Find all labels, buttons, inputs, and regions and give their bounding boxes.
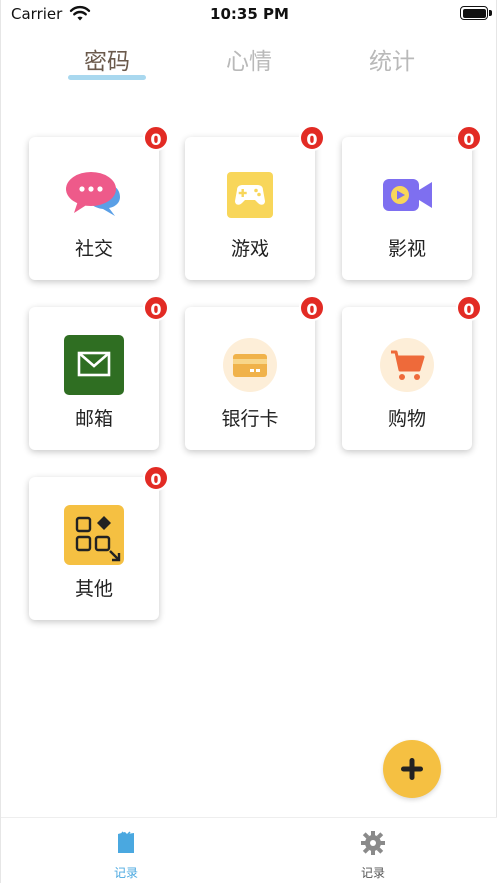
category-card-shopping[interactable]: 购物 0	[342, 295, 482, 450]
category-label: 邮箱	[74, 408, 113, 430]
category-card-video[interactable]: 影视 0	[342, 125, 482, 280]
add-button[interactable]	[383, 740, 441, 798]
apps-icon	[64, 505, 124, 565]
count-badge: 0	[456, 125, 482, 151]
bottom-tab-label: 记录	[360, 866, 385, 880]
category-label: 购物	[387, 408, 426, 430]
gamepad-icon	[227, 172, 273, 218]
settings-gear-icon	[361, 831, 385, 855]
bank-card-icon	[223, 338, 277, 392]
status-time: 10:35 PM	[210, 5, 289, 23]
bottom-tab-label: 记录	[113, 866, 138, 880]
mail-icon	[64, 335, 124, 395]
tab-mood[interactable]: 心情	[199, 42, 299, 76]
top-tabs: 密码 心情 统计	[1, 42, 497, 86]
status-bar: Carrier 10:35 PM	[1, 0, 497, 30]
count-badge: 0	[456, 295, 482, 321]
active-tab-indicator	[68, 75, 146, 80]
category-card-email[interactable]: 邮箱 0	[29, 295, 169, 450]
count-badge: 0	[299, 295, 325, 321]
count-badge: 0	[143, 125, 169, 151]
plus-icon	[401, 758, 423, 780]
category-label: 游戏	[230, 238, 269, 260]
bottom-tab-record[interactable]: 记录	[86, 828, 166, 880]
shopping-cart-icon	[380, 338, 434, 392]
chat-bubble-icon	[66, 172, 120, 216]
category-label: 影视	[387, 238, 426, 260]
video-camera-icon	[383, 179, 432, 211]
category-card-bank-card[interactable]: 银行卡 0	[185, 295, 325, 450]
count-badge: 0	[299, 125, 325, 151]
bottom-tab-settings[interactable]: 记录	[333, 828, 413, 880]
category-card-games[interactable]: 游戏 0	[185, 125, 325, 280]
category-card-social[interactable]: 社交 0	[29, 125, 169, 280]
count-badge: 0	[143, 465, 169, 491]
category-label: 社交	[74, 238, 113, 260]
tab-statistics[interactable]: 统计	[342, 42, 442, 76]
app-screen: Carrier 10:35 PM 密码 心情 统计 社交 0 游戏 0 影视 0…	[0, 0, 497, 883]
bottom-tab-bar: 记录 记录	[1, 817, 497, 883]
record-icon	[118, 831, 134, 853]
category-label: 银行卡	[221, 408, 279, 430]
tab-password[interactable]: 密码	[57, 42, 157, 76]
category-label: 其他	[74, 578, 113, 600]
battery-icon	[460, 6, 488, 20]
category-card-other[interactable]: 其他 0	[29, 465, 169, 620]
count-badge: 0	[143, 295, 169, 321]
